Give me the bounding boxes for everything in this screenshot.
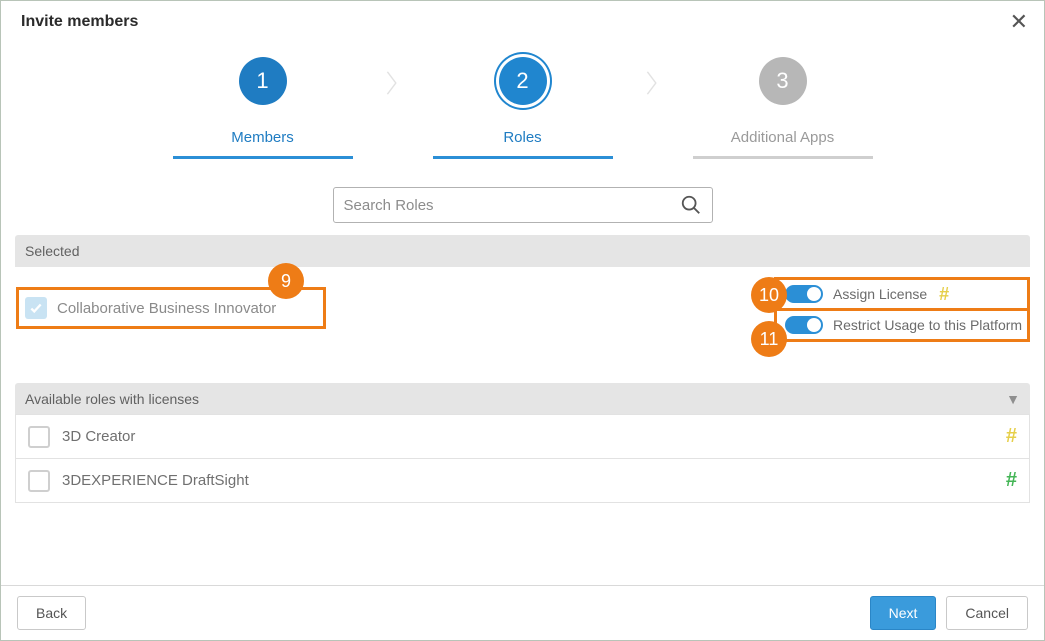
step-additional-apps[interactable]: 3 Additional Apps <box>673 57 893 159</box>
chevron-right-icon <box>633 57 673 97</box>
stepper: 1 Members 2 Roles 3 Additional Apps <box>1 57 1044 159</box>
selected-role-label: Collaborative Business Innovator <box>57 300 276 317</box>
assign-license-toggle[interactable] <box>785 285 823 303</box>
selected-section-title: Selected <box>25 243 79 259</box>
cancel-button[interactable]: Cancel <box>946 596 1028 630</box>
hash-icon: # <box>939 284 949 305</box>
step-label-additional-apps: Additional Apps <box>731 129 834 154</box>
available-role-row[interactable]: 3D Creator # <box>15 414 1030 459</box>
step-number-2: 2 <box>499 57 547 105</box>
restrict-usage-row: Restrict Usage to this Platform <box>774 308 1030 342</box>
available-role-label: 3DEXPERIENCE DraftSight <box>62 472 249 489</box>
step-label-members: Members <box>231 129 294 154</box>
step-underline <box>693 156 873 159</box>
restrict-usage-toggle[interactable] <box>785 316 823 334</box>
dialog-footer: Back Next Cancel <box>1 585 1044 640</box>
step-underline <box>433 156 613 159</box>
restrict-usage-label: Restrict Usage to this Platform <box>833 317 1022 333</box>
assign-license-row: Assign License # <box>774 277 1030 311</box>
available-role-row[interactable]: 3DEXPERIENCE DraftSight # <box>15 458 1030 503</box>
step-roles[interactable]: 2 Roles <box>413 57 633 159</box>
selected-section-body: 9 Collaborative Business Innovator 10 11… <box>15 267 1030 365</box>
step-number-1: 1 <box>239 57 287 105</box>
available-section: Available roles with licenses ▼ 3D Creat… <box>15 383 1030 503</box>
checkbox-checked[interactable] <box>25 297 47 319</box>
available-section-title: Available roles with licenses <box>25 391 199 407</box>
back-button[interactable]: Back <box>17 596 86 630</box>
annotation-marker-9: 9 <box>268 263 304 299</box>
chevron-down-icon[interactable]: ▼ <box>1006 391 1020 407</box>
annotation-marker-11: 11 <box>751 321 787 357</box>
hash-icon: # <box>1006 425 1017 448</box>
step-label-roles: Roles <box>503 129 541 154</box>
step-members[interactable]: 1 Members <box>153 57 373 159</box>
dialog-title: Invite members <box>21 13 138 31</box>
toggle-stack: 10 11 Assign License # Restrict Usage to… <box>774 277 1030 339</box>
search-input[interactable] <box>344 197 680 214</box>
dialog-header: Invite members ✕ <box>1 1 1044 41</box>
search-icon[interactable] <box>680 194 702 216</box>
selected-section-header: Selected <box>15 235 1030 267</box>
next-button[interactable]: Next <box>870 596 937 630</box>
chevron-right-icon <box>373 57 413 97</box>
step-underline <box>173 156 353 159</box>
hash-icon: # <box>1006 469 1017 492</box>
annotation-marker-10: 10 <box>751 277 787 313</box>
step-number-3: 3 <box>759 57 807 105</box>
assign-license-label: Assign License <box>833 286 927 302</box>
available-role-label: 3D Creator <box>62 428 135 445</box>
search-container <box>1 187 1044 223</box>
search-box[interactable] <box>333 187 713 223</box>
content-area: Selected 9 Collaborative Business Innova… <box>15 235 1030 503</box>
checkbox-unchecked[interactable] <box>28 426 50 448</box>
available-section-header[interactable]: Available roles with licenses ▼ <box>15 383 1030 415</box>
checkbox-unchecked[interactable] <box>28 470 50 492</box>
close-icon[interactable]: ✕ <box>1010 11 1028 33</box>
